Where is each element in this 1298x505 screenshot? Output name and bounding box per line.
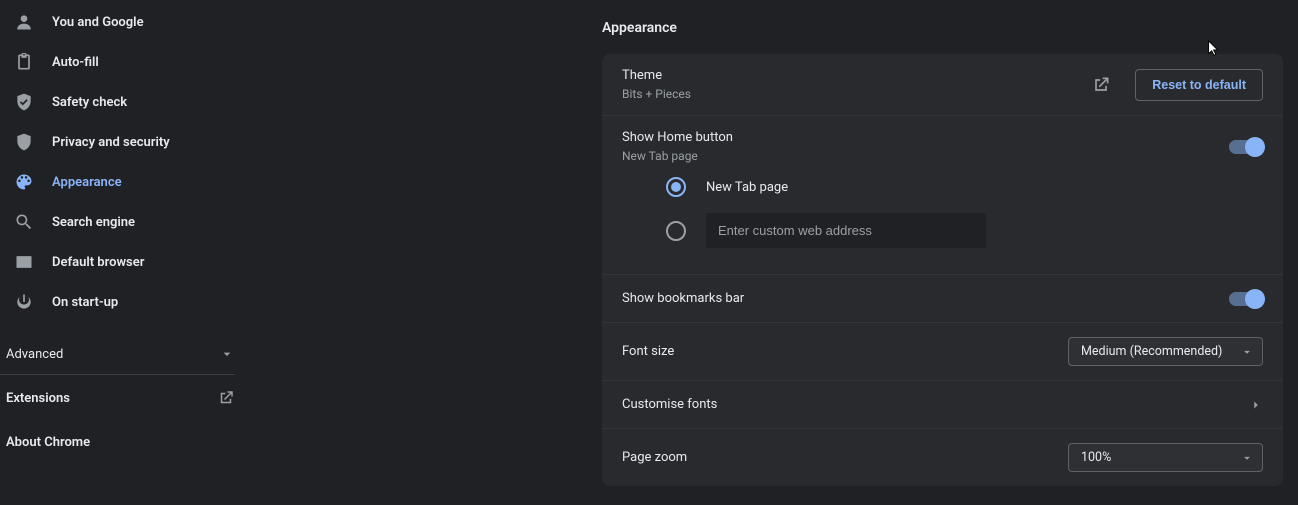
settings-main: Appearance Theme Bits + Pieces Reset to … xyxy=(245,0,1298,505)
shield-check-icon xyxy=(14,92,34,112)
chevron-right-icon xyxy=(1249,398,1263,412)
palette-icon xyxy=(14,172,34,192)
font-size-title: Font size xyxy=(622,344,1068,359)
customise-fonts-row[interactable]: Customise fonts xyxy=(602,381,1283,429)
home-button-options: New Tab page xyxy=(602,169,1283,275)
sidebar-item-privacy[interactable]: Privacy and security xyxy=(0,122,245,162)
font-size-row: Font size Medium (Recommended) xyxy=(602,323,1283,381)
person-icon xyxy=(14,12,34,32)
clipboard-icon xyxy=(14,52,34,72)
sidebar-item-label: Default browser xyxy=(52,255,144,270)
font-size-select[interactable]: Medium (Recommended) xyxy=(1068,337,1263,366)
advanced-label: Advanced xyxy=(6,347,63,362)
sidebar-item-label: Appearance xyxy=(52,175,122,190)
caret-down-icon xyxy=(1240,345,1254,359)
shield-icon xyxy=(14,132,34,152)
home-radio-new-tab-row: New Tab page xyxy=(622,169,1263,205)
page-zoom-row: Page zoom 100% xyxy=(602,429,1283,486)
sidebar-extensions[interactable]: Extensions xyxy=(0,375,245,421)
sidebar-item-on-startup[interactable]: On start-up xyxy=(0,282,245,322)
home-radio-custom[interactable] xyxy=(666,221,686,241)
search-icon xyxy=(14,212,34,232)
home-button-toggle[interactable] xyxy=(1229,140,1263,154)
caret-down-icon xyxy=(1240,451,1254,465)
open-in-new-icon[interactable] xyxy=(1091,75,1111,95)
page-zoom-title: Page zoom xyxy=(622,450,1068,465)
chevron-down-icon xyxy=(219,346,235,362)
sidebar-item-label: On start-up xyxy=(52,295,118,310)
sidebar-item-label: You and Google xyxy=(52,15,144,30)
sidebar-item-search-engine[interactable]: Search engine xyxy=(0,202,245,242)
extensions-label: Extensions xyxy=(6,391,70,406)
sidebar-about[interactable]: About Chrome xyxy=(0,421,245,464)
sidebar-item-autofill[interactable]: Auto-fill xyxy=(0,42,245,82)
home-title: Show Home button xyxy=(622,130,1229,145)
sidebar-item-appearance[interactable]: Appearance xyxy=(0,162,245,202)
page-zoom-value: 100% xyxy=(1081,450,1111,465)
home-custom-address-input[interactable] xyxy=(706,213,986,248)
home-radio-new-tab[interactable] xyxy=(666,177,686,197)
sidebar-item-label: Search engine xyxy=(52,215,135,230)
page-zoom-select[interactable]: 100% xyxy=(1068,443,1263,472)
reset-theme-button[interactable]: Reset to default xyxy=(1135,69,1263,101)
bookmarks-title: Show bookmarks bar xyxy=(622,291,1229,306)
sidebar-item-label: Auto-fill xyxy=(52,55,99,70)
sidebar-item-default-browser[interactable]: Default browser xyxy=(0,242,245,282)
page-title: Appearance xyxy=(602,20,677,36)
home-button-row: Show Home button New Tab page xyxy=(602,116,1283,169)
open-in-new-icon xyxy=(217,389,235,407)
power-icon xyxy=(14,292,34,312)
sidebar-item-label: Safety check xyxy=(52,95,127,110)
browser-icon xyxy=(14,252,34,272)
home-subtitle: New Tab page xyxy=(622,149,1229,163)
font-size-value: Medium (Recommended) xyxy=(1081,344,1222,359)
sidebar-item-label: Privacy and security xyxy=(52,135,170,150)
home-radio-custom-row xyxy=(622,205,1263,256)
settings-sidebar: You and Google Auto-fill Safety check Pr… xyxy=(0,0,245,505)
sidebar-item-safety-check[interactable]: Safety check xyxy=(0,82,245,122)
appearance-panel: Theme Bits + Pieces Reset to default Sho… xyxy=(602,54,1283,486)
theme-title: Theme xyxy=(622,68,1091,83)
theme-subtitle: Bits + Pieces xyxy=(622,87,1091,101)
sidebar-advanced[interactable]: Advanced xyxy=(0,334,245,374)
bookmarks-toggle[interactable] xyxy=(1229,292,1263,306)
about-label: About Chrome xyxy=(6,435,90,450)
theme-row: Theme Bits + Pieces Reset to default xyxy=(602,54,1283,116)
bookmarks-row: Show bookmarks bar xyxy=(602,275,1283,323)
home-radio-new-tab-label: New Tab page xyxy=(706,180,788,195)
sidebar-item-you-and-google[interactable]: You and Google xyxy=(0,2,245,42)
customise-fonts-title: Customise fonts xyxy=(622,397,1249,412)
